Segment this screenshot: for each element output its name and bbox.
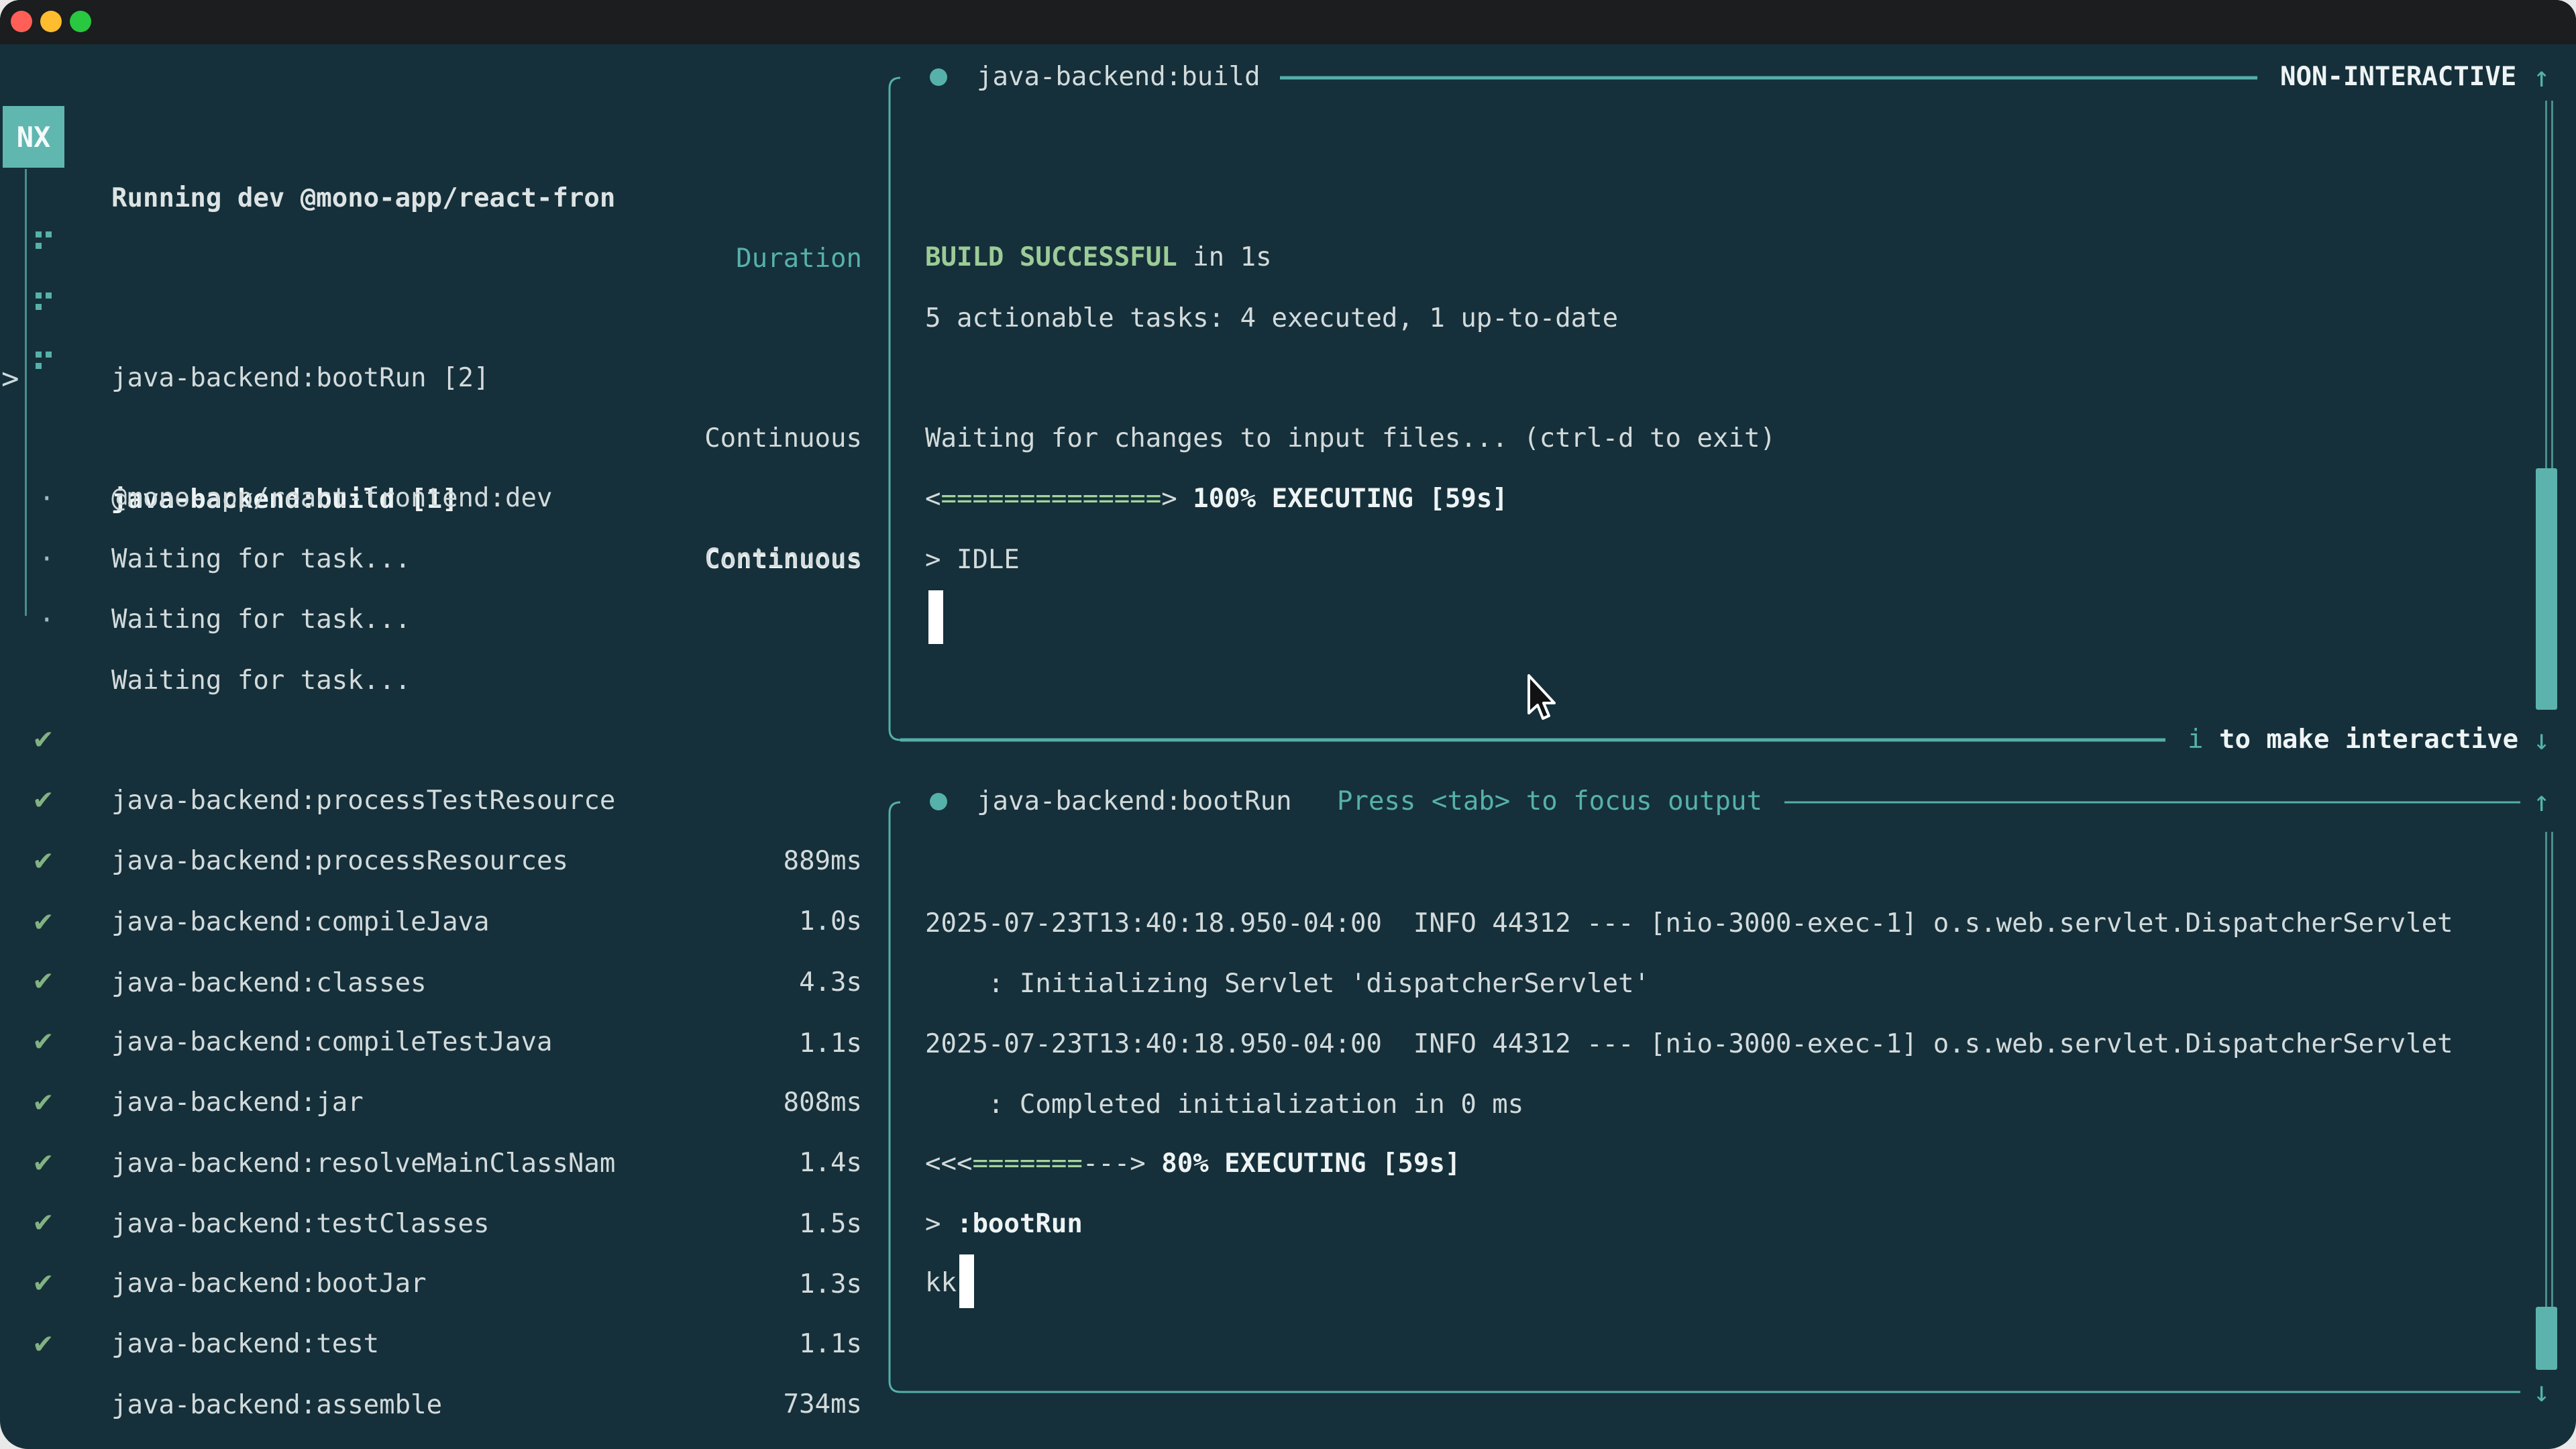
scrollbar-track[interactable] — [2551, 832, 2553, 1307]
progress-bar-fill: ======= — [972, 1148, 1082, 1179]
task-row-done[interactable]: ✔ java-backend:compileJava 4.3s — [0, 771, 863, 832]
interactive-hint: i to make interactive — [2188, 710, 2518, 770]
terminal-cursor — [928, 590, 943, 644]
build-waiting-line: Waiting for changes to input files... (c… — [925, 409, 1776, 469]
sidebar-footer: ← 1/2 → quit: q help: ? — [0, 1375, 863, 1435]
task-name: java-backend:test — [111, 1314, 379, 1375]
task-row-done[interactable]: ✔ java-backend:assemble 774ms — [0, 1254, 863, 1315]
zoom-button[interactable] — [70, 11, 91, 32]
bootrun-progress-line: <<<=======---> 80% EXECUTING [59s] — [925, 1134, 1460, 1194]
status-dot-icon — [930, 68, 947, 86]
terminal-cursor — [959, 1254, 974, 1308]
log-line: : Initializing Servlet 'dispatcherServle… — [925, 954, 1650, 1014]
progress-bar-open: < — [925, 484, 941, 514]
log-line: 2025-07-23T13:40:18.950-04:00 INFO 44312… — [925, 1014, 2453, 1075]
task-row-waiting[interactable]: · Waiting for task... — [0, 469, 863, 529]
progress-status: 80% EXECUTING [59s] — [1146, 1148, 1461, 1179]
task-row-done[interactable]: ✔ java-backend:processResources 1.0s — [0, 710, 863, 771]
scrollbar-track[interactable] — [2551, 101, 2553, 468]
task-row-done[interactable]: ✔ java-backend:compileTestJava 808ms — [0, 892, 863, 952]
build-progress-line: <==============> 100% EXECUTING [59s] — [925, 469, 1508, 529]
bootrun-prompt-line: > :bootRun — [925, 1194, 1083, 1254]
task-row-waiting[interactable]: · Waiting for task... — [0, 409, 863, 469]
panel-build-title: java-backend:build — [977, 47, 1260, 107]
spinner-icon — [36, 292, 42, 299]
check-icon: ✔ — [32, 1315, 54, 1375]
panel-bootrun-title: java-backend:bootRun — [977, 771, 1292, 832]
pager: ← 1/2 → — [32, 1435, 142, 1449]
log-line: 2025-07-23T13:40:18.950-04:00 INFO 44312… — [925, 894, 2453, 954]
log-line: : Completed initialization in 0 ms — [925, 1075, 1523, 1135]
scroll-up-icon[interactable]: ↑ — [2533, 47, 2550, 107]
task-row-done[interactable]: ✔ java-backend:resolveMainClassNam 1.5s — [0, 1013, 863, 1073]
close-button[interactable] — [11, 11, 32, 32]
scroll-up-icon[interactable]: ↑ — [2533, 771, 2550, 832]
progress-status: 100% EXECUTING [59s] — [1177, 484, 1508, 514]
terminal-window: NX Running dev @mono-app/react-fron Dura… — [0, 0, 2576, 1449]
task-row-running-selected[interactable]: > java-backend:build [1] Continuous — [0, 288, 863, 349]
progress-bar-open: <<< — [925, 1148, 972, 1179]
task-duration: 1.1s — [799, 1314, 862, 1375]
build-tasks-line: 5 actionable tasks: 4 executed, 1 up-to-… — [925, 288, 1618, 349]
interactive-hint-text: to make interactive — [2203, 724, 2518, 755]
status-dot-icon — [930, 793, 947, 810]
focus-output-hint: Press <tab> to focus output — [1337, 771, 1762, 832]
prompt-chevron: > — [925, 1209, 957, 1239]
build-successful-text: BUILD SUCCESSFUL — [925, 242, 1177, 272]
minimize-button[interactable] — [40, 11, 62, 32]
task-row-done[interactable]: ✔ java-backend:processTestResource 889ms — [0, 650, 863, 710]
progress-bar-close: > — [1161, 484, 1177, 514]
task-row-running[interactable]: java-backend:bootRun [2] Continuous — [0, 227, 863, 288]
sidebar-header: Running dev @mono-app/react-fron Duratio… — [0, 108, 863, 168]
scrollbar-track[interactable] — [2545, 832, 2547, 1307]
scrollbar-thumb[interactable] — [2536, 1307, 2557, 1370]
mouse-cursor-icon — [1525, 673, 1572, 728]
spinner-icon — [36, 352, 42, 358]
scrollbar-track[interactable] — [2545, 101, 2547, 468]
progress-bar-remaining: ---> — [1083, 1148, 1146, 1179]
build-time-text: in 1s — [1177, 242, 1272, 272]
scrollbar-thumb[interactable] — [2536, 468, 2557, 710]
task-row-running[interactable]: @mono-app/react-frontend:dev Continuous — [0, 347, 863, 408]
prompt-task: :bootRun — [957, 1209, 1083, 1239]
bullet-icon: · — [39, 590, 54, 651]
build-result-line: BUILD SUCCESSFUL in 1s — [925, 227, 1272, 288]
mode-badge: NON-INTERACTIVE — [2280, 47, 2516, 107]
scroll-down-icon[interactable]: ↓ — [2533, 710, 2550, 770]
build-idle-line: > IDLE — [925, 530, 1020, 590]
task-row-done[interactable]: ✔ java-backend:jar 1.4s — [0, 952, 863, 1012]
task-row-done[interactable]: ✔ java-backend:testClasses 1.3s — [0, 1073, 863, 1134]
task-duration: 774ms — [784, 1436, 862, 1449]
sidebar-title: Running dev @mono-app/react-fron — [111, 168, 615, 229]
interactive-hint-key: i — [2188, 724, 2203, 755]
task-row-done[interactable]: ✔ java-backend:test 734ms — [0, 1193, 863, 1254]
task-row-done[interactable]: ✔ java-backend:bootJar 1.1s — [0, 1133, 863, 1193]
task-row-done[interactable]: ✔ java-backend:classes 1.1s — [0, 833, 863, 893]
progress-bar-fill: ============== — [941, 484, 1161, 514]
scroll-down-icon[interactable]: ↓ — [2533, 1362, 2550, 1422]
task-row-waiting[interactable]: · Waiting for task... — [0, 530, 863, 590]
spinner-icon — [36, 231, 42, 237]
task-name: Waiting for task... — [111, 590, 411, 650]
title-bar — [0, 0, 2576, 44]
typed-input: kk — [925, 1253, 957, 1313]
